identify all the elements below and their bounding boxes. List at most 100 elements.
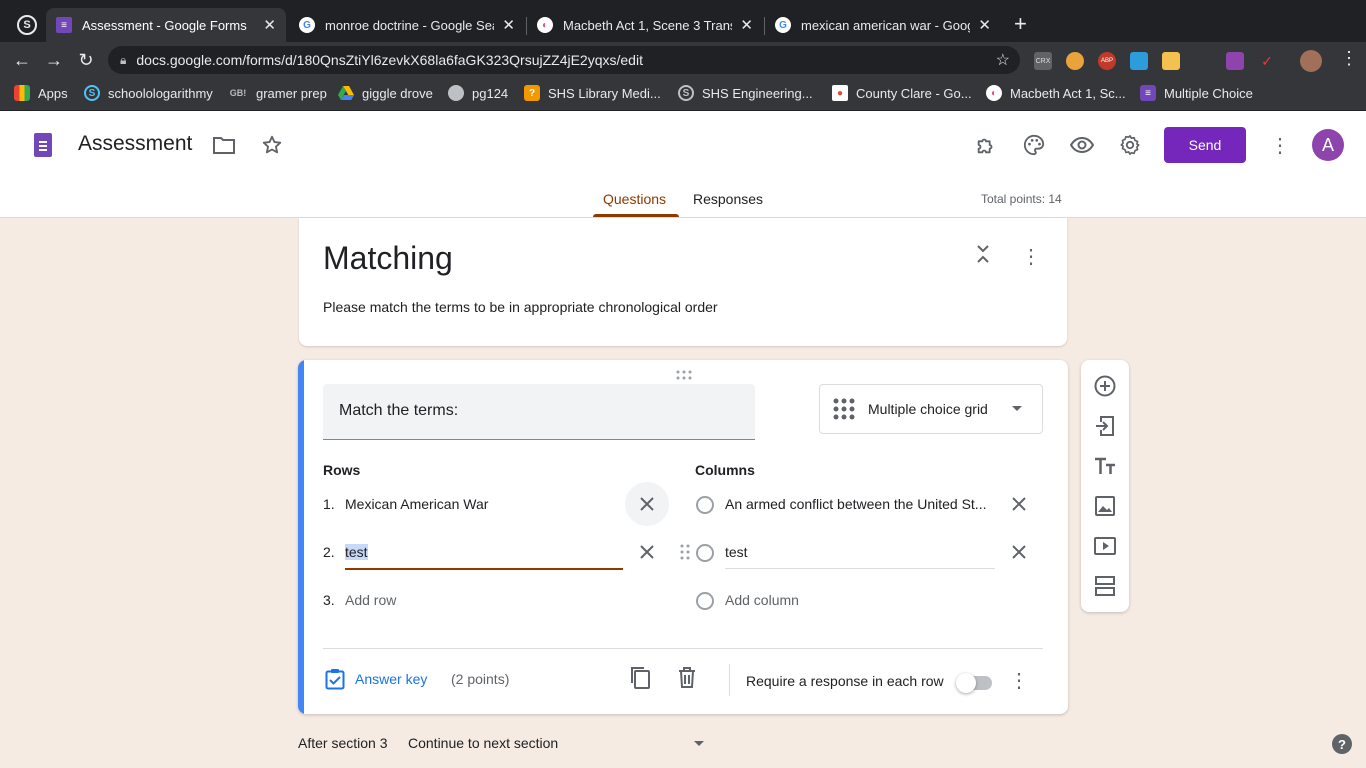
total-points: Total points: 14 [981,192,1062,206]
section-navigation-select[interactable]: Continue to next section [408,735,558,751]
remove-column-1-icon[interactable] [1007,492,1031,516]
drive-icon [338,85,354,101]
crx-extension-icon[interactable]: CRX [1034,52,1052,70]
color-extension-icon[interactable] [1226,52,1244,70]
address-bar[interactable]: 🔒︎ docs.google.com/forms/d/180QnsZtiYl6z… [108,46,1020,74]
add-question-icon[interactable] [1093,374,1117,398]
add-column-input[interactable]: Add column [725,592,995,608]
tab-title: monroe doctrine - Google Sear [325,17,495,33]
add-image-icon[interactable] [1093,494,1117,518]
add-video-icon[interactable] [1093,534,1117,558]
require-response-toggle[interactable] [956,672,996,693]
answer-key-button[interactable]: Answer key [325,668,427,690]
bookmark-apps[interactable]: Apps [14,85,68,101]
owl-extension-icon[interactable] [1066,52,1084,70]
add-title-text-icon[interactable] [1093,454,1117,478]
tab-questions[interactable]: Questions [603,191,666,207]
new-tab-button[interactable]: + [1014,12,1027,36]
profile-avatar[interactable] [1300,50,1322,72]
section-more-icon[interactable]: ⋮ [1021,244,1041,268]
row-2-input[interactable]: test [345,544,368,560]
tab-title: mexican american war - Google [801,17,971,33]
bookmark-macbeth[interactable]: ◐ Macbeth Act 1, Sc... [986,85,1126,101]
profile-s-icon[interactable]: S [17,15,37,35]
question-title-input[interactable]: Match the terms: [323,384,755,440]
remove-column-2-icon[interactable] [1007,540,1031,564]
face-extension-icon[interactable] [1162,52,1180,70]
forward-icon[interactable]: → [42,48,66,72]
bookmark-label: County Clare - Go... [856,85,972,101]
bookmark-shs-engineering[interactable]: S SHS Engineering... [678,85,813,101]
section-header-card[interactable]: Matching Please match the terms to be in… [299,218,1067,346]
preview-eye-icon[interactable] [1070,133,1094,157]
help-icon[interactable]: ? [1332,734,1352,754]
palette-icon[interactable] [1022,133,1046,157]
chrome-menu-icon[interactable]: ⋮ [1340,48,1358,69]
settings-gear-icon[interactable] [1118,133,1142,157]
globe-icon [448,85,464,101]
column-2-input[interactable]: test [725,544,995,560]
columns-heading: Columns [695,462,755,478]
bookmark-county-clare[interactable]: ● County Clare - Go... [832,85,972,101]
row-2-focus-underline [345,568,623,570]
import-questions-icon[interactable] [1093,414,1117,438]
column-1-input[interactable]: An armed conflict between the United St.… [725,496,995,512]
google-favicon-icon: G [299,17,315,33]
bookmark-pg124[interactable]: pg124 [448,85,508,101]
collapse-section-icon[interactable] [973,242,993,266]
more-options-icon[interactable]: ⋮ [1270,133,1290,157]
row-number: 1. [323,496,335,512]
remove-row-1-icon[interactable] [625,482,669,526]
remove-row-2-icon[interactable] [635,540,659,564]
bookmark-star-icon[interactable]: ☆ [996,50,1010,70]
adblock-icon[interactable]: ABP [1098,52,1116,70]
account-avatar[interactable]: A [1312,129,1344,161]
close-tab-icon[interactable]: ✕ [263,16,276,34]
floating-toolbar [1081,360,1129,612]
tab-responses[interactable]: Responses [693,191,763,207]
question-type-select[interactable]: Multiple choice grid [819,384,1043,434]
duplicate-icon[interactable] [629,666,653,690]
add-row-input[interactable]: Add row [345,592,396,608]
tab-mexican-war[interactable]: G mexican american war - Google ✕ [765,8,1001,42]
bookmark-schoology[interactable]: S schoolologarithmy [84,85,213,101]
folder-icon[interactable] [212,133,236,157]
close-tab-icon[interactable]: ✕ [978,16,991,34]
bookmark-multiple-choice[interactable]: ≡ Multiple Choice [1140,85,1253,101]
blue-extension-icon[interactable] [1130,52,1148,70]
tab-macbeth[interactable]: ◐ Macbeth Act 1, Scene 3 Transla ✕ [527,8,763,42]
form-title[interactable]: Assessment [78,132,192,156]
bookmark-label: SHS Library Medi... [548,85,661,101]
bookmark-label: schoolologarithmy [108,85,213,101]
column-drag-handle-icon[interactable] [680,544,690,560]
reload-icon[interactable]: ↻ [74,48,98,72]
bookmark-gramer-prep[interactable]: GB! gramer prep [228,85,327,101]
addons-puzzle-icon[interactable] [974,133,998,157]
question-card[interactable]: Match the terms: Multiple choice grid Ro… [298,360,1068,714]
section-title[interactable]: Matching [323,240,453,277]
tab-monroe[interactable]: G monroe doctrine - Google Sear ✕ [289,8,525,42]
drag-handle-icon[interactable] [676,367,692,380]
forms-logo-icon[interactable] [34,133,52,157]
row-1-input[interactable]: Mexican American War [345,496,488,512]
section-description[interactable]: Please match the terms to be in appropri… [323,299,718,315]
grid-icon [832,397,856,421]
close-tab-icon[interactable]: ✕ [502,16,515,34]
back-icon[interactable]: ← [10,48,34,72]
close-tab-icon[interactable]: ✕ [740,16,753,34]
add-section-icon[interactable] [1093,574,1117,598]
red-extension-icon[interactable]: ✓ [1258,52,1276,70]
bookmark-shs-library[interactable]: ? SHS Library Medi... [524,85,661,101]
question-more-icon[interactable]: ⋮ [1009,668,1029,692]
toggle-knob [956,673,976,693]
dropdown-caret-icon[interactable] [694,741,704,746]
bookmark-label: Multiple Choice [1164,85,1253,101]
forms-favicon-icon: ≡ [56,17,72,33]
star-icon[interactable] [260,133,284,157]
bookmark-drive[interactable]: giggle drove [338,85,433,101]
dark-extension-icon[interactable] [1194,52,1212,70]
bookmark-label: pg124 [472,85,509,101]
send-button[interactable]: Send [1164,127,1246,163]
tab-assessment[interactable]: ≡ Assessment - Google Forms ✕ [46,8,286,42]
delete-trash-icon[interactable] [677,666,701,690]
